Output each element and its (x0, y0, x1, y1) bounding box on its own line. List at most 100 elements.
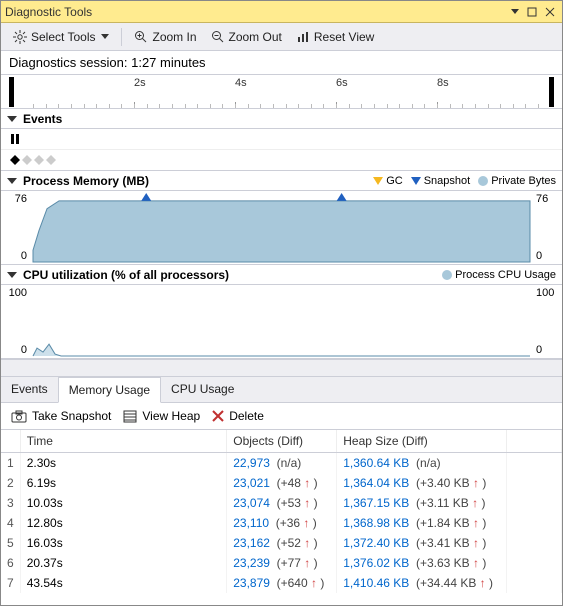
tab-cpu-usage[interactable]: CPU Usage (161, 377, 244, 402)
col-index[interactable] (1, 430, 20, 453)
memory-chart: 760 760 (1, 191, 562, 265)
detail-tabs: Events Memory Usage CPU Usage (1, 377, 562, 403)
pause-icon (9, 133, 21, 145)
ruler-tick-label: 2s (134, 77, 146, 89)
select-tools-button[interactable]: Select Tools (7, 27, 115, 47)
memory-title: Process Memory (MB) (23, 174, 373, 188)
cpu-ymax: 100 (9, 287, 27, 299)
cpu-ymin-r: 0 (536, 344, 542, 356)
ruler-minor-tick (121, 104, 122, 108)
snapshot-table: Time Objects (Diff) Heap Size (Diff) 12.… (1, 430, 562, 593)
col-objects[interactable]: Objects (Diff) (227, 430, 337, 453)
ruler-minor-tick (273, 104, 274, 108)
delete-button[interactable]: Delete (212, 409, 264, 423)
cell-index: 2 (1, 473, 20, 493)
cell-heap: 1,376.02 KB (+3.63 KB ↑ ) (337, 553, 507, 573)
cell-spacer (507, 473, 562, 493)
ruler-minor-tick (336, 104, 337, 108)
legend-private: Private Bytes (491, 175, 556, 187)
private-bytes-swatch (478, 176, 488, 186)
cpu-plot-area[interactable] (31, 285, 532, 358)
table-row[interactable]: 620.37s23,239 (+77 ↑ )1,376.02 KB (+3.63… (1, 553, 562, 573)
table-row[interactable]: 412.80s23,110 (+36 ↑ )1,368.98 KB (+1.84… (1, 513, 562, 533)
events-track (1, 129, 562, 171)
table-row[interactable]: 12.30s22,973 (n/a)1,360.64 KB (n/a) (1, 453, 562, 474)
ruler-minor-tick (46, 104, 47, 108)
table-row[interactable]: 743.54s23,879 (+640 ↑ )1,410.46 KB (+34.… (1, 573, 562, 593)
memory-section-header: Process Memory (MB) GC Snapshot Private … (1, 171, 562, 191)
ruler-minor-tick (525, 104, 526, 108)
cell-heap: 1,372.40 KB (+3.41 KB ↑ ) (337, 533, 507, 553)
tab-memory-usage[interactable]: Memory Usage (58, 377, 161, 403)
snapshot-toolbar: Take Snapshot View Heap Delete (1, 403, 562, 430)
col-time[interactable]: Time (20, 430, 227, 453)
ruler-minor-tick (159, 104, 160, 108)
cell-time: 20.37s (20, 553, 227, 573)
ruler-minor-tick (109, 104, 110, 108)
tab-events[interactable]: Events (1, 377, 58, 402)
toolbar-separator (121, 28, 122, 46)
range-handle-left[interactable] (9, 77, 14, 107)
cell-objects: 23,239 (+77 ↑ ) (227, 553, 337, 573)
range-handle-right[interactable] (549, 77, 554, 107)
ruler-minor-tick (424, 104, 425, 108)
ruler-minor-tick (349, 104, 350, 108)
ruler-minor-tick (222, 104, 223, 108)
diamond-marker-icon (9, 154, 57, 166)
take-snapshot-button[interactable]: Take Snapshot (11, 409, 111, 423)
ruler-minor-tick (311, 104, 312, 108)
ruler-minor-tick (185, 104, 186, 108)
table-row[interactable]: 516.03s23,162 (+52 ↑ )1,372.40 KB (+3.41… (1, 533, 562, 553)
zoom-out-label: Zoom Out (229, 30, 282, 44)
table-row[interactable]: 310.03s23,074 (+53 ↑ )1,367.15 KB (+3.11… (1, 493, 562, 513)
window-menu-button[interactable] (506, 5, 522, 19)
close-button[interactable] (542, 5, 558, 19)
collapse-icon[interactable] (7, 178, 17, 184)
ruler-minor-tick (462, 104, 463, 108)
ruler-minor-tick (488, 104, 489, 108)
snapshot-marker-icon (411, 176, 421, 186)
cell-heap: 1,368.98 KB (+1.84 KB ↑ ) (337, 513, 507, 533)
collapse-icon[interactable] (7, 116, 17, 122)
table-row[interactable]: 26.19s23,021 (+48 ↑ )1,364.04 KB (+3.40 … (1, 473, 562, 493)
col-spacer (507, 430, 562, 453)
zoom-in-button[interactable]: Zoom In (128, 27, 202, 47)
window-title: Diagnostic Tools (5, 5, 504, 19)
cpu-chart: 1000 1000 (1, 285, 562, 359)
cell-index: 1 (1, 453, 20, 474)
timeline-ruler[interactable]: 2s4s6s8s (1, 75, 562, 109)
events-title: Events (23, 112, 556, 126)
reset-view-button[interactable]: Reset View (290, 27, 380, 47)
ruler-minor-tick (33, 104, 34, 108)
cell-time: 16.03s (20, 533, 227, 553)
cpu-ymin: 0 (21, 344, 27, 356)
memory-plot-area[interactable] (31, 191, 532, 264)
zoom-out-button[interactable]: Zoom Out (205, 27, 288, 47)
title-bar: Diagnostic Tools (1, 1, 562, 23)
cell-objects: 23,879 (+640 ↑ ) (227, 573, 337, 593)
ruler-minor-tick (500, 104, 501, 108)
mem-ymin: 0 (21, 250, 27, 262)
col-heap[interactable]: Heap Size (Diff) (337, 430, 507, 453)
ruler-minor-tick (248, 104, 249, 108)
ruler-minor-tick (361, 104, 362, 108)
ruler-minor-tick (286, 104, 287, 108)
view-heap-button[interactable]: View Heap (123, 409, 200, 423)
cell-index: 3 (1, 493, 20, 513)
maximize-button[interactable] (524, 5, 540, 19)
ruler-minor-tick (58, 104, 59, 108)
mem-ymax-r: 76 (536, 193, 548, 205)
ruler-minor-tick (134, 104, 135, 108)
ruler-minor-tick (147, 104, 148, 108)
splitter[interactable] (1, 359, 562, 377)
ruler-tick-area: 2s4s6s8s (33, 75, 538, 108)
ruler-minor-tick (374, 104, 375, 108)
heap-icon (123, 410, 137, 423)
ruler-minor-tick (210, 104, 211, 108)
cell-objects: 23,162 (+52 ↑ ) (227, 533, 337, 553)
cell-spacer (507, 493, 562, 513)
collapse-icon[interactable] (7, 272, 17, 278)
ruler-minor-tick (323, 104, 324, 108)
cell-spacer (507, 553, 562, 573)
gc-marker-icon (373, 176, 383, 186)
